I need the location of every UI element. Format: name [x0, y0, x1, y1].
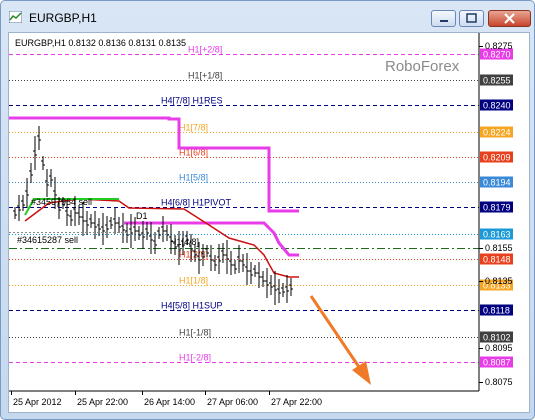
trade-annotation: H1[4/8] [170, 237, 199, 247]
level-label: H1[+2/8] [188, 45, 222, 55]
time-axis-label: 27 Apr 06:00 [207, 397, 258, 407]
trade-annotation: D1 [136, 211, 148, 221]
time-axis-label: 25 Apr 2012 [13, 397, 62, 407]
price-badge-text: 0.8179 [483, 203, 511, 213]
level-label: H1[5/8] [179, 173, 208, 183]
trade-annotation: #34615287 sell [17, 235, 78, 245]
maximize-button[interactable] [459, 10, 484, 27]
forecast-arrow [309, 295, 371, 385]
maximize-icon [466, 13, 477, 23]
brand-watermark: RoboForex [385, 58, 460, 75]
level-label: H4[7/8] H1RES [161, 96, 223, 106]
time-axis-label: 27 Apr 22:00 [271, 397, 322, 407]
minimize-icon [440, 20, 448, 22]
minimize-button[interactable] [431, 10, 456, 27]
price-badge-text: 0.8194 [483, 178, 511, 188]
level-label: H1[+1/8] [188, 71, 222, 81]
price-badge-text: 0.8163 [483, 230, 511, 240]
level-label: H1[7/8] [179, 123, 208, 133]
price-axis-label: 0.8075 [485, 377, 513, 387]
price-axis-label: 0.8155 [485, 243, 513, 253]
price-badge-text: 0.8148 [483, 255, 511, 265]
chart-canvas[interactable]: H1[+2/8]H1[+1/8]H4[7/8] H1RESH1[7/8]H1[6… [9, 33, 529, 412]
window-title: EURGBP,H1 [29, 11, 97, 25]
price-chart[interactable]: H1[+2/8] H1[+1/8] H4[7/8] H1RES H1[7/8] H1[6… [8, 32, 530, 413]
trade-annotation: #34597964 sell [31, 197, 92, 207]
price-badge-text: 0.8118 [483, 306, 510, 316]
close-button[interactable] [488, 10, 531, 27]
price-axis-label: 0.8275 [485, 41, 513, 51]
level-label: H1[-2/8] [179, 353, 211, 363]
price-badge-text: 0.8270 [483, 50, 511, 60]
price-badge-text: 0.8102 [483, 333, 511, 343]
price-axis-bg [479, 33, 529, 412]
price-badge-text: 0.8255 [483, 76, 511, 86]
price-axis-label: 0.8135 [485, 276, 513, 286]
title-bar[interactable]: EURGBP,H1 [1, 1, 534, 31]
price-badge-text: 0.8087 [483, 358, 511, 368]
price-badge-text: 0.8209 [483, 153, 511, 163]
level-label: H1[1/8] [179, 276, 208, 286]
time-axis-label: 25 Apr 22:00 [77, 397, 128, 407]
price-badge-text: 0.8224 [483, 128, 511, 138]
price-axis-label: 0.8095 [485, 343, 513, 353]
level-label: H4[6/8] H1PIVOT [161, 198, 232, 208]
chart-icon [9, 11, 22, 23]
chart-window: EURGBP,H1 H1[+2/8] H1[+1/8] H4[7/8] H1RES H… [0, 0, 535, 420]
level-label: H4[5/8] H1SUP [161, 301, 223, 311]
close-icon [504, 13, 515, 24]
price-badge-text: 0.8240 [483, 101, 511, 111]
level-label: H1[-1/8] [179, 328, 211, 338]
time-axis-label: 26 Apr 14:00 [144, 397, 195, 407]
symbol-info: EURGBP,H1 0.8132 0.8136 0.8131 0.8135 [15, 38, 186, 48]
